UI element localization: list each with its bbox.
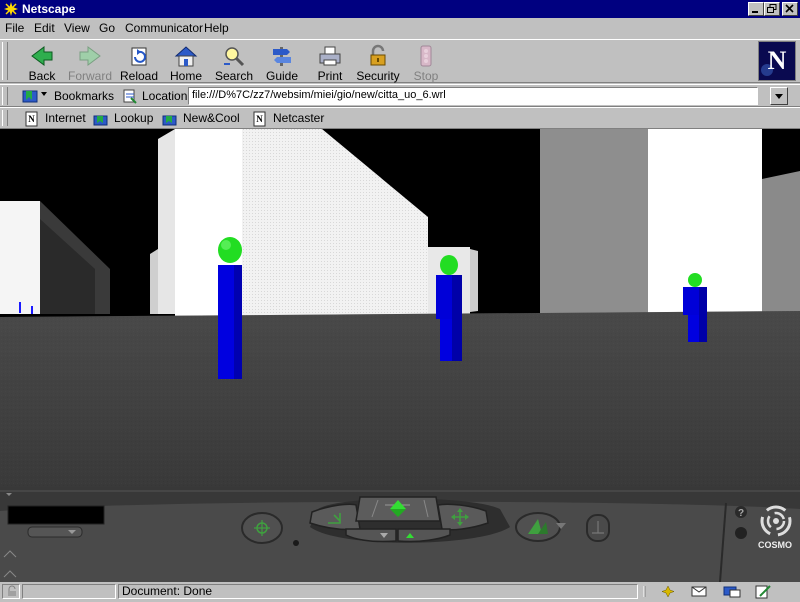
navigation-toolbar: Back Forward Reload Home Search Guide Pr… (0, 39, 800, 83)
status-text: Document: Done (118, 584, 638, 599)
stop-button[interactable]: Stop (402, 43, 450, 83)
vrml-3d-viewport[interactable] (0, 129, 800, 487)
stop-icon (420, 45, 432, 67)
personal-item-newcool[interactable]: New&Cool (162, 111, 240, 127)
close-button[interactable] (782, 2, 798, 16)
discussion-component-icon[interactable] (723, 586, 741, 598)
location-toolbar: Bookmarks Location: file:///D%7C/zz7/web… (0, 84, 800, 107)
composer-component-icon[interactable] (755, 585, 771, 599)
personal-toolbar-grip[interactable] (2, 110, 8, 126)
vrml-scene[interactable] (0, 129, 800, 487)
bookmark-doc-icon: N (25, 111, 38, 127)
svg-text:N: N (768, 46, 787, 75)
personal-item-netcaster[interactable]: N Netcaster (252, 111, 324, 127)
cosmo-player-dashboard: ? COSMO (0, 487, 800, 582)
title-bar[interactable]: Netscape (0, 0, 800, 18)
menu-edit[interactable]: Edit (34, 21, 55, 35)
menu-help[interactable]: Help (204, 21, 229, 35)
reload-icon (131, 47, 147, 66)
location-grip[interactable] (2, 87, 8, 105)
progress-bar (22, 584, 116, 599)
preferences-button[interactable] (735, 527, 747, 539)
forward-button[interactable]: Forward (66, 43, 114, 83)
go-button[interactable] (355, 496, 441, 522)
viewpoint-display[interactable] (7, 505, 105, 525)
netscape-n-logo[interactable]: N (758, 41, 796, 81)
bookmarks-button[interactable]: Bookmarks (20, 87, 115, 105)
close-icon (785, 4, 794, 13)
svg-text:?: ? (738, 508, 744, 519)
search-icon (224, 47, 245, 67)
navigator-component-icon[interactable] (661, 585, 675, 598)
bookmark-doc-icon: N (253, 111, 266, 127)
personal-item-lookup[interactable]: Lookup (93, 111, 153, 127)
security-lock-icon (8, 585, 16, 596)
back-button[interactable]: Back (18, 43, 66, 83)
home-icon (174, 46, 198, 67)
netscape-window-icon (4, 2, 18, 16)
cosmo-brand-label: COSMO (758, 540, 792, 550)
home-button[interactable]: Home (162, 43, 210, 83)
distant-avatar (19, 302, 21, 313)
guide-button[interactable]: Guide (258, 43, 306, 83)
back-icon (31, 46, 53, 66)
restore-icon (767, 4, 777, 13)
search-button[interactable]: Search (210, 43, 258, 83)
print-button[interactable]: Print (306, 43, 354, 83)
window-title: Netscape (22, 2, 76, 16)
security-indicator[interactable] (2, 584, 20, 599)
menu-file[interactable]: File (5, 21, 24, 35)
restore-button[interactable] (764, 2, 780, 16)
component-bar (642, 584, 798, 599)
minimize-button[interactable] (748, 2, 764, 16)
menu-go[interactable]: Go (99, 21, 115, 35)
location-icon (123, 89, 137, 104)
guide-icon (273, 47, 291, 66)
personal-item-internet[interactable]: N Internet (24, 111, 86, 127)
reload-button[interactable]: Reload (115, 43, 163, 83)
toolbar-grip[interactable] (2, 42, 8, 80)
dropdown-arrow-icon (775, 94, 783, 99)
location-dropdown-button[interactable] (770, 87, 788, 105)
svg-text:N: N (28, 114, 35, 124)
security-button[interactable]: Security (354, 43, 402, 83)
menu-communicator[interactable]: Communicator (125, 21, 203, 35)
print-icon (319, 46, 341, 66)
forward-icon (79, 46, 101, 66)
bookmarks-icon (22, 90, 47, 103)
personal-toolbar: N Internet Lookup New&Cool N Netcaster (0, 107, 800, 129)
status-bar: Document: Done (0, 582, 800, 600)
minimize-icon (752, 11, 758, 13)
seek-button[interactable] (241, 512, 283, 544)
svg-text:N: N (256, 114, 263, 124)
straighten-button[interactable] (515, 512, 561, 542)
distant-avatar (31, 306, 33, 314)
menu-bar: File Edit View Go Communicator Help (0, 19, 800, 38)
location-label: Location: (142, 89, 191, 103)
folder-bookmark-icon (162, 115, 177, 126)
restore-viewpoint-button[interactable] (586, 514, 610, 542)
folder-bookmark-icon (93, 115, 108, 126)
gravity-ball-icon[interactable] (293, 540, 299, 546)
mail-component-icon[interactable] (691, 586, 707, 597)
location-url-input[interactable]: file:///D%7C/zz7/websim/miei/gio/new/cit… (188, 87, 758, 105)
avatar-figure[interactable] (218, 237, 242, 379)
menu-view[interactable]: View (64, 21, 90, 35)
security-icon (370, 44, 386, 66)
